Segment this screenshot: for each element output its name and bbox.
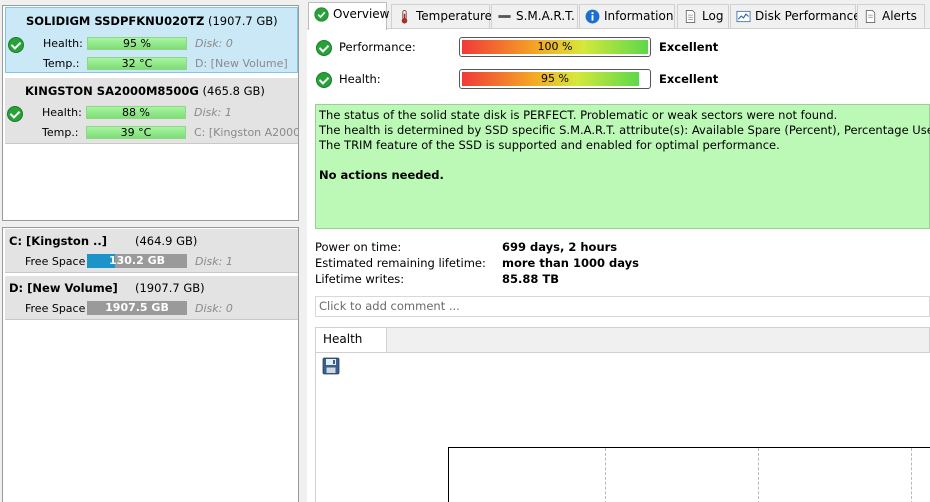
tab-label: Disk Performance [755, 9, 861, 23]
tab-label: Overview [333, 7, 390, 21]
status-line: The TRIM feature of the SSD is supported… [319, 138, 780, 152]
health-chart-panel: Health (%) [315, 327, 930, 502]
health-ok-icon [316, 72, 332, 88]
status-line: The health is determined by SSD specific… [319, 123, 930, 137]
disk-item-kingston[interactable]: KINGSTON SA2000M8500G (465.8 GB) Health:… [5, 78, 298, 144]
save-icon[interactable] [322, 357, 340, 375]
disk-list: SOLIDIGM SSDPFKNU020TZ (1907.7 GB) Healt… [2, 5, 299, 221]
check-circle-icon [314, 7, 329, 22]
volume-disk-index: Disk: 1 [195, 255, 233, 268]
tab-smart[interactable]: S.M.A.R.T. [491, 4, 578, 28]
volume-size: (464.9 GB) [135, 234, 198, 248]
free-space-value: 1907.5 GB [105, 301, 169, 314]
tab-bar: Overview Temperature S.M.A.R.T. Informat… [307, 0, 930, 30]
disk-name: SOLIDIGM SSDPFKNU020TZ [26, 14, 205, 28]
tab-label: Information [604, 9, 674, 23]
right-panel: Overview Temperature S.M.A.R.T. Informat… [307, 0, 930, 502]
tab-overview[interactable]: Overview [308, 2, 390, 30]
grid-line [758, 448, 759, 502]
alerts-icon [865, 9, 876, 24]
health-label: Health: [339, 72, 381, 86]
disk-name: KINGSTON SA2000M8500G [25, 84, 199, 98]
temp-label: Temp.: [43, 57, 80, 70]
volume-disk-index: Disk: 0 [195, 302, 233, 315]
disk-size: (1907.7 GB) [207, 14, 278, 28]
tab-label: Log [702, 9, 724, 23]
disk-title: KINGSTON SA2000M8500G (465.8 GB) [25, 84, 265, 98]
health-bar: 95 % [459, 69, 651, 89]
disk-item-solidigm[interactable]: SOLIDIGM SSDPFKNU020TZ (1907.7 GB) Healt… [5, 7, 298, 73]
tab-health-percent[interactable]: Health (%) [316, 328, 387, 368]
tab-alerts[interactable]: Alerts [857, 4, 925, 28]
disk-drive: D: [New Volume] [195, 57, 288, 70]
info-icon [585, 9, 600, 24]
free-space-value: 130.2 GB [108, 254, 166, 267]
health-label: Health: [43, 37, 83, 50]
free-space-bar: 1907.5 GB [87, 301, 187, 315]
lifetime-writes-label: Lifetime writes: [315, 272, 405, 286]
comment-input[interactable]: Click to add comment ... [315, 296, 930, 317]
grid-line [911, 448, 912, 502]
tab-label: Temperature [416, 9, 493, 23]
temp-bar: 32 °C [87, 57, 187, 70]
power-on-time-label: Power on time: [315, 240, 402, 254]
health-label: Health: [42, 106, 82, 119]
status-line: The status of the solid state disk is PE… [319, 108, 838, 122]
performance-verdict: Excellent [659, 40, 719, 54]
tab-temperature[interactable]: Temperature [391, 4, 493, 28]
tab-information[interactable]: Information [579, 4, 675, 28]
health-ok-icon [7, 106, 23, 122]
disk-size: (465.8 GB) [202, 84, 265, 98]
power-on-time-value: 699 days, 2 hours [502, 240, 618, 254]
tab-label: S.M.A.R.T. [516, 9, 575, 23]
remaining-lifetime-label: Estimated remaining lifetime: [315, 256, 486, 270]
health-value: 95 % [541, 72, 569, 85]
smart-bar-icon [498, 15, 511, 18]
health-chart-body [316, 352, 930, 502]
tab-disk-performance[interactable]: Disk Performance [730, 4, 861, 28]
performance-bar: 100 % [459, 37, 651, 57]
disk-title: SOLIDIGM SSDPFKNU020TZ (1907.7 GB) [26, 14, 278, 28]
free-space-label: Free Space [25, 255, 86, 268]
volume-list: C: [Kingston ..] (464.9 GB) Free Space 1… [2, 227, 299, 502]
volume-item-d[interactable]: D: [New Volume] (1907.7 GB) Free Space 1… [5, 276, 298, 320]
status-action: No actions needed. [319, 168, 444, 182]
left-panel: SOLIDIGM SSDPFKNU020TZ (1907.7 GB) Healt… [0, 0, 301, 502]
disk-drive: C: [Kingston A2000 5 [194, 126, 298, 139]
thermometer-icon [401, 9, 408, 24]
free-space-label: Free Space [25, 302, 86, 315]
volume-name: D: [New Volume] [9, 281, 118, 295]
lifetime-writes-value: 85.88 TB [502, 272, 559, 286]
temp-label: Temp.: [42, 126, 79, 139]
health-bar: 88 % [86, 106, 186, 119]
tab-label: Alerts [882, 9, 917, 23]
remaining-lifetime-value: more than 1000 days [502, 256, 639, 270]
volume-name: C: [Kingston ..] [9, 234, 107, 248]
health-bar: 95 % [87, 37, 187, 50]
document-icon [685, 9, 696, 24]
performance-ok-icon [316, 40, 332, 56]
free-space-bar: 130.2 GB [87, 254, 187, 268]
health-ok-icon [8, 37, 24, 53]
temp-bar: 39 °C [86, 126, 186, 139]
tab-log[interactable]: Log [677, 4, 729, 28]
grid-line [605, 448, 606, 502]
performance-label: Performance: [339, 40, 416, 54]
disk-index: Disk: 1 [194, 106, 232, 119]
volume-item-c[interactable]: C: [Kingston ..] (464.9 GB) Free Space 1… [5, 229, 298, 273]
health-plot-area [448, 447, 930, 502]
disk-index: Disk: 0 [195, 37, 233, 50]
performance-chart-icon [736, 10, 751, 23]
performance-value: 100 % [537, 40, 573, 53]
volume-size: (1907.7 GB) [135, 281, 205, 295]
health-verdict: Excellent [659, 72, 719, 86]
status-box: The status of the solid state disk is PE… [315, 104, 930, 229]
